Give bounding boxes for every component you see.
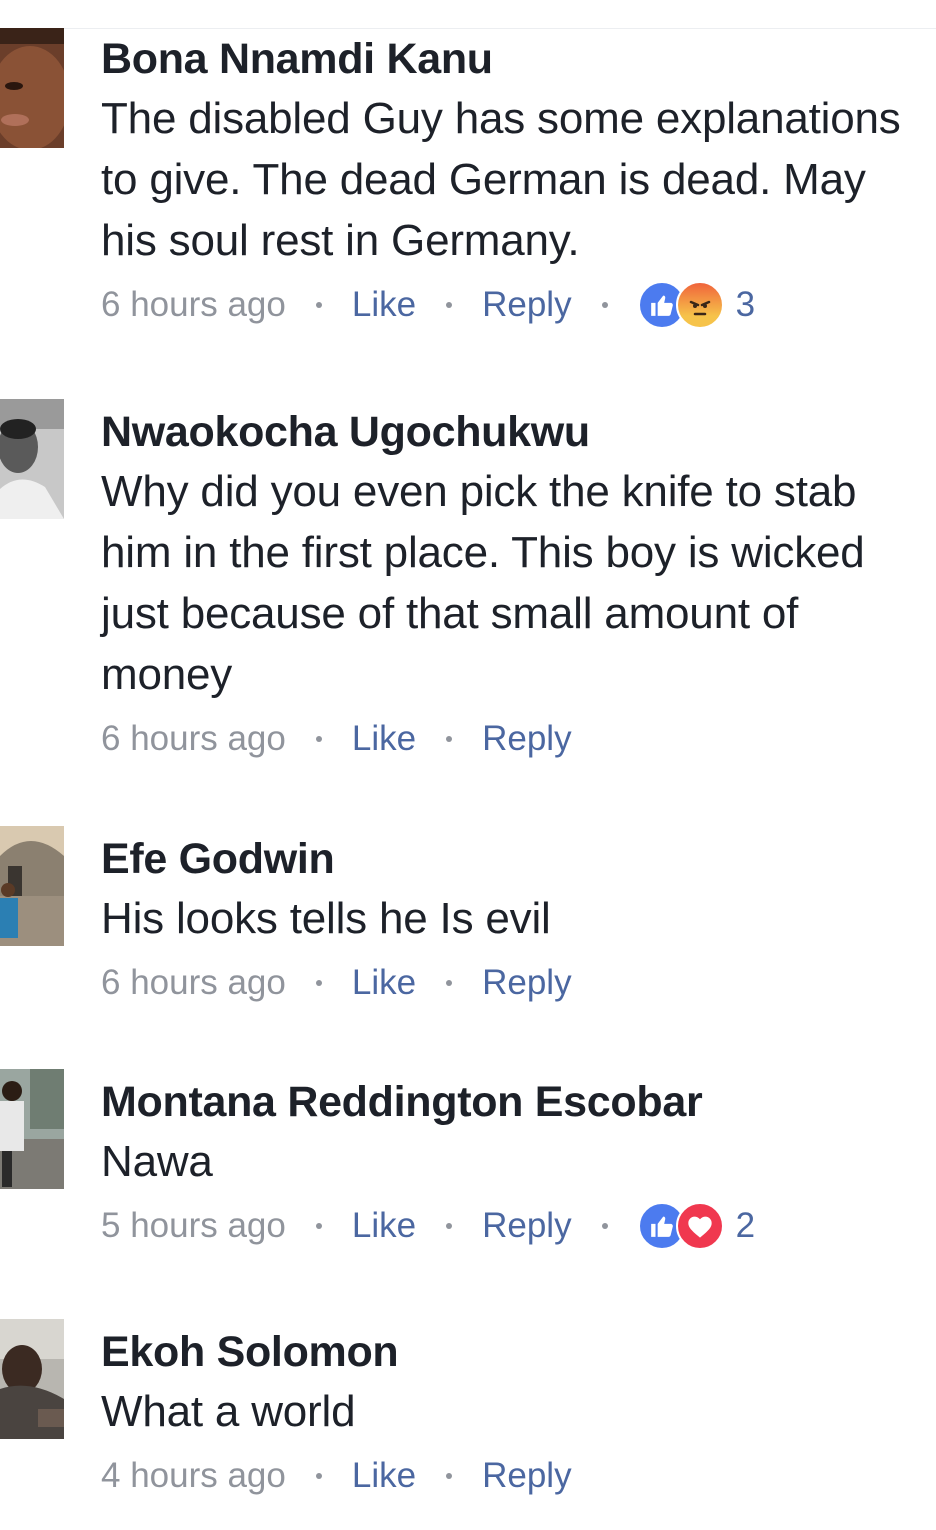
reactions-summary[interactable]: 3 (637, 281, 756, 329)
separator-dot (446, 736, 453, 742)
comment-meta: 6 hours ago Like Reply (101, 955, 930, 1011)
like-link[interactable]: Like (352, 1206, 416, 1246)
reply-link[interactable]: Reply (482, 285, 571, 325)
separator-dot (315, 302, 322, 308)
separator-dot (315, 736, 322, 742)
avatar[interactable] (0, 826, 64, 946)
separator-dot (446, 1223, 453, 1229)
avatar[interactable] (0, 1319, 64, 1439)
comment-text: Why did you even pick the knife to stab … (101, 467, 865, 699)
like-link[interactable]: Like (352, 719, 416, 759)
comment-author[interactable]: Montana Reddington Escobar (101, 1075, 930, 1129)
comment-text: What a world (101, 1387, 356, 1436)
like-link[interactable]: Like (352, 963, 416, 1003)
reaction-count: 2 (735, 1206, 756, 1245)
comment-timestamp[interactable]: 5 hours ago (101, 1206, 286, 1246)
top-divider (0, 28, 936, 29)
comment-meta: 6 hours ago Like Reply 3 (101, 277, 930, 333)
comment-author[interactable]: Efe Godwin (101, 832, 930, 886)
separator-dot (446, 980, 453, 986)
separator-dot (446, 1473, 453, 1479)
comment-timestamp[interactable]: 6 hours ago (101, 963, 286, 1003)
separator-dot (315, 1223, 322, 1229)
comment-meta: 6 hours ago Like Reply (101, 711, 930, 767)
like-link[interactable]: Like (352, 285, 416, 325)
separator-dot (446, 302, 453, 308)
reply-link[interactable]: Reply (482, 1206, 571, 1246)
angry-reaction-icon (675, 281, 724, 329)
comment-meta: 4 hours ago Like Reply (101, 1448, 930, 1504)
reactions-summary[interactable]: 2 (637, 1202, 756, 1250)
avatar[interactable] (0, 1069, 64, 1189)
separator-dot (315, 1473, 322, 1479)
avatar[interactable] (0, 399, 64, 519)
comment-text: Nawa (101, 1137, 213, 1186)
separator-dot (601, 1223, 608, 1229)
comment-timestamp[interactable]: 6 hours ago (101, 719, 286, 759)
comment-meta: 5 hours ago Like Reply 2 (101, 1198, 930, 1254)
avatar[interactable] (0, 28, 64, 148)
separator-dot (315, 980, 322, 986)
reply-link[interactable]: Reply (482, 1456, 571, 1496)
reply-link[interactable]: Reply (482, 719, 571, 759)
reaction-count: 3 (735, 285, 756, 324)
comment-text: His looks tells he Is evil (101, 894, 551, 943)
comment-timestamp[interactable]: 6 hours ago (101, 285, 286, 325)
like-link[interactable]: Like (352, 1456, 416, 1496)
reply-link[interactable]: Reply (482, 963, 571, 1003)
comment-author[interactable]: Ekoh Solomon (101, 1325, 930, 1379)
separator-dot (601, 302, 608, 308)
love-reaction-icon (675, 1202, 724, 1250)
comment-author[interactable]: Nwaokocha Ugochukwu (101, 405, 930, 459)
comment-timestamp[interactable]: 4 hours ago (101, 1456, 286, 1496)
comment-text: The disabled Guy has some explanations t… (101, 94, 901, 265)
comment-author[interactable]: Bona Nnamdi Kanu (101, 32, 930, 86)
